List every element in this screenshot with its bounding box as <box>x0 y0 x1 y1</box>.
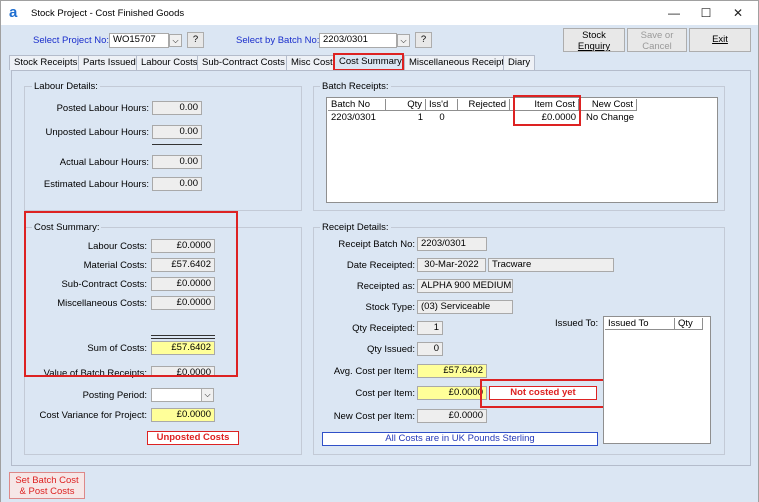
set-batch-label-1: Set Batch Cost <box>15 475 79 486</box>
labour-divider <box>152 144 202 145</box>
set-batch-label-2: & Post Costs <box>19 486 75 497</box>
cell-new-cost: No Change <box>586 112 635 123</box>
project-select[interactable]: WO15707 <box>109 33 169 48</box>
receipt-details-title: Receipt Details: <box>320 222 391 233</box>
receipted-as-field: ALPHA 900 MEDIUM LC <box>417 279 513 293</box>
title-bar: a Stock Project - Cost Finished Goods — … <box>1 1 758 25</box>
tab-miscellaneous-receipts[interactable]: Miscellaneous Receipts <box>404 55 514 70</box>
estimated-hours-label: Estimated Labour Hours: <box>43 179 149 190</box>
exit-button[interactable]: Exit <box>689 28 751 52</box>
tab-labour-costs[interactable]: Labour Costs <box>136 55 203 70</box>
col-batch-no[interactable]: Batch No <box>328 99 386 111</box>
col-rejected[interactable]: Rejected <box>458 99 510 111</box>
col-issd[interactable]: Iss'd <box>426 99 458 111</box>
cell-rejected <box>458 112 510 124</box>
cost-variance-field: £0.0000 <box>151 408 215 422</box>
unposted-costs-badge: Unposted Costs <box>147 431 239 445</box>
qty-issued-field: 0 <box>417 342 443 356</box>
col-issued-to[interactable]: Issued To <box>605 318 675 330</box>
window-title: Stock Project - Cost Finished Goods <box>31 8 185 19</box>
cell-batch-no: 2203/0301 <box>331 112 376 123</box>
qty-receipted-field: 1 <box>417 321 443 335</box>
col-issued-qty[interactable]: Qty <box>675 318 703 330</box>
posted-hours-field: 0.00 <box>152 101 202 115</box>
tab-parts-issued[interactable]: Parts Issued <box>78 55 141 70</box>
project-label: Select Project No: <box>33 35 110 46</box>
avg-cost-field: £57.6402 <box>417 364 487 378</box>
receipt-batch-label: Receipt Batch No: <box>338 239 415 250</box>
actual-hours-field: 0.00 <box>152 155 202 169</box>
receipted-by-field: Tracware <box>488 258 614 272</box>
col-qty[interactable]: Qty <box>386 99 426 111</box>
qty-receipted-label: Qty Receipted: <box>352 323 415 334</box>
cost-per-item-label: Cost per Item: <box>355 388 415 399</box>
cost-per-item-field: £0.0000 <box>417 386 487 400</box>
close-icon[interactable]: ✕ <box>723 4 753 22</box>
cost-variance-label: Cost Variance for Project: <box>39 410 147 421</box>
stock-type-field: (03) Serviceable <box>417 300 513 314</box>
project-dropdown-chevron-down-icon[interactable]: ⌵ <box>169 34 182 47</box>
not-costed-badge: Not costed yet <box>489 386 597 400</box>
save-cancel-button[interactable]: Save or Cancel <box>627 28 687 52</box>
batch-dropdown-chevron-down-icon[interactable]: ⌵ <box>397 34 410 47</box>
set-batch-cost-button[interactable]: Set Batch Cost & Post Costs <box>9 472 85 499</box>
maximize-icon[interactable]: ☐ <box>691 4 721 22</box>
receipted-as-label: Receipted as: <box>356 281 415 292</box>
save-label-2: Cancel <box>642 41 672 52</box>
batch-receipts-title: Batch Receipts: <box>320 81 391 92</box>
labour-details-title: Labour Details: <box>32 81 100 92</box>
stock-enquiry-button[interactable]: Stock Enquiry <box>563 28 625 52</box>
minimize-icon[interactable]: — <box>659 4 689 22</box>
unposted-hours-label: Unposted Labour Hours: <box>45 127 149 138</box>
app-logo-icon: a <box>9 4 18 21</box>
new-cost-label: New Cost per Item: <box>333 411 415 422</box>
currency-note: All Costs are in UK Pounds Sterling <box>322 432 598 446</box>
project-help-button[interactable]: ? <box>187 32 204 48</box>
cost-summary-highlight <box>24 211 238 377</box>
posting-period-label: Posting Period: <box>82 390 147 401</box>
batch-help-button[interactable]: ? <box>415 32 432 48</box>
avg-cost-label: Avg. Cost per Item: <box>333 366 415 377</box>
stock-enquiry-label-2: Enquiry <box>577 41 611 52</box>
posting-period-select[interactable] <box>151 388 202 402</box>
estimated-hours-field: 0.00 <box>152 177 202 191</box>
date-receipted-field: 30-Mar-2022 <box>417 258 486 272</box>
tab-stock-receipts[interactable]: Stock Receipts <box>9 55 83 70</box>
main-window: a Stock Project - Cost Finished Goods — … <box>0 0 759 502</box>
stock-enquiry-label-1: Stock <box>582 30 606 41</box>
batch-label: Select by Batch No: <box>236 35 320 46</box>
item-cost-highlight <box>513 95 581 126</box>
posting-period-chevron-down-icon[interactable]: ⌵ <box>201 388 214 402</box>
tab-diary[interactable]: Diary <box>503 55 536 70</box>
posted-hours-label: Posted Labour Hours: <box>56 103 149 114</box>
new-cost-field: £0.0000 <box>417 409 487 423</box>
date-receipted-label: Date Receipted: <box>346 260 415 271</box>
stock-type-label: Stock Type: <box>365 302 415 313</box>
batch-select[interactable]: 2203/0301 <box>319 33 397 48</box>
issued-to-table[interactable]: Issued To Qty <box>603 316 711 444</box>
save-label-1: Save or <box>640 30 674 41</box>
cell-issd: 0 <box>439 112 445 123</box>
qty-issued-label: Qty Issued: <box>366 344 415 355</box>
issued-to-label: Issued To: <box>555 318 599 329</box>
tab-cost-summary[interactable]: Cost Summary <box>333 53 404 71</box>
col-new-cost[interactable]: New Cost <box>579 99 637 111</box>
receipt-batch-field: 2203/0301 <box>417 237 487 251</box>
unposted-hours-field: 0.00 <box>152 125 202 139</box>
tab-sub-contract-costs[interactable]: Sub-Contract Costs <box>197 55 290 70</box>
cell-qty: 1 <box>417 112 423 123</box>
actual-hours-label: Actual Labour Hours: <box>59 157 149 168</box>
